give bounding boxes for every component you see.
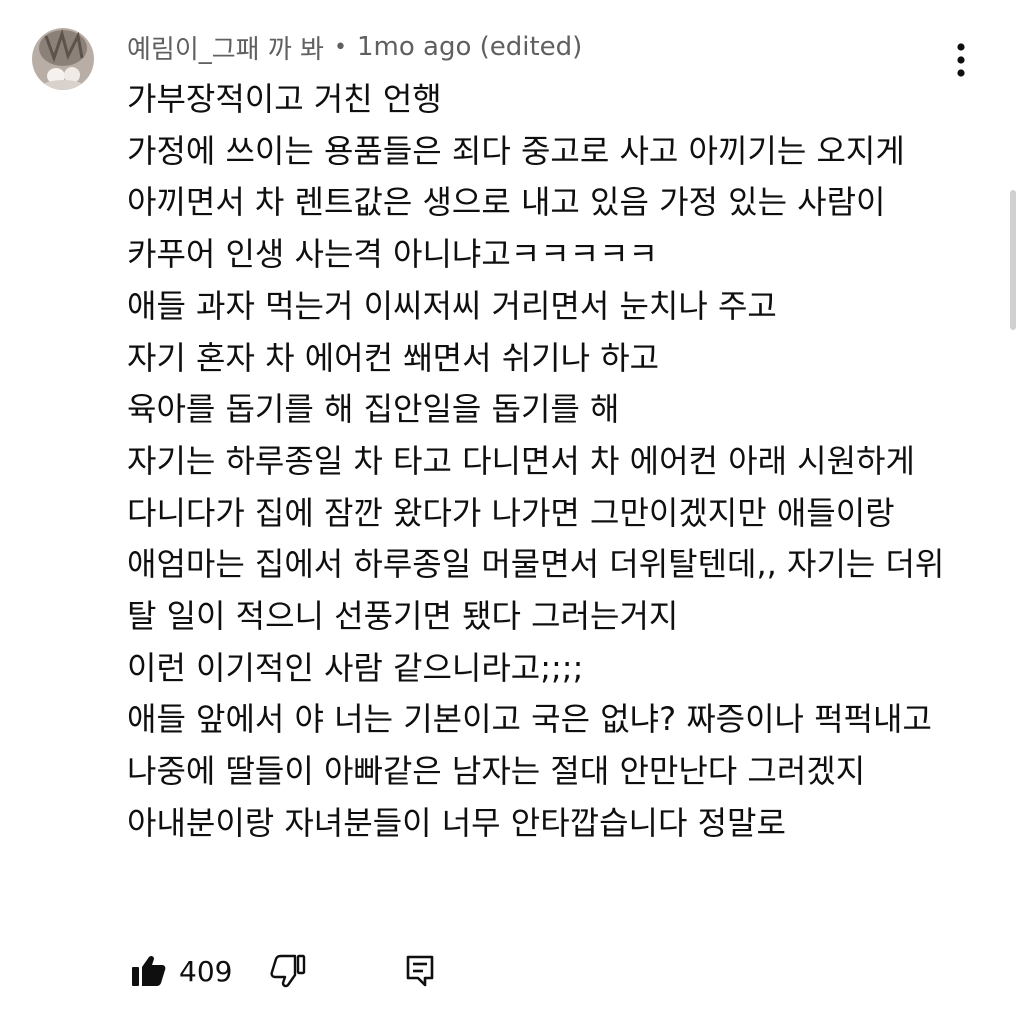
author-avatar[interactable] (32, 28, 94, 90)
author-name[interactable]: 예림이_그패 까 봐 (127, 29, 324, 66)
scrollbar-thumb[interactable] (1010, 190, 1016, 330)
reply-comment-icon (407, 955, 434, 987)
meta-separator: • (333, 34, 347, 60)
comment-text: 가부장적이고 거친 언행 가정에 쓰이는 용품들은 죄다 중고로 사고 아끼기는… (127, 80, 945, 842)
more-vert-icon (957, 43, 965, 77)
dislike-button[interactable] (266, 949, 310, 993)
thumb-down-icon (270, 954, 306, 988)
thumb-up-icon (132, 955, 166, 986)
comment-timestamp[interactable]: 1mo ago (edited) (357, 32, 582, 62)
like-button[interactable] (127, 949, 171, 993)
cat-avatar-image (32, 28, 94, 90)
comment-action-bar: 409 (127, 948, 442, 994)
comment-meta: 예림이_그패 까 봐 • 1mo ago (edited) (127, 29, 582, 66)
like-count: 409 (179, 954, 233, 988)
reply-button[interactable] (398, 949, 442, 993)
